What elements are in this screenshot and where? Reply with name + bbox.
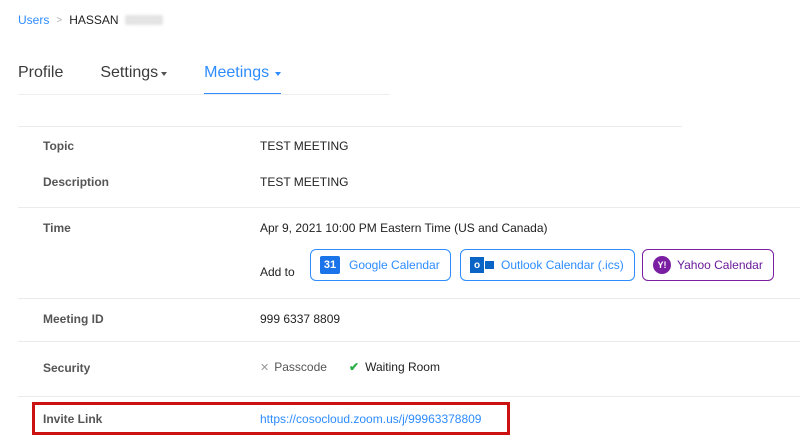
topic-value: TEST MEETING [260, 139, 349, 153]
breadcrumb: Users > HASSAN [18, 13, 163, 27]
topic-label: Topic [43, 139, 75, 153]
section-divider [18, 126, 682, 127]
description-value: TEST MEETING [260, 175, 349, 189]
time-value: Apr 9, 2021 10:00 PM Eastern Time (US an… [260, 221, 548, 235]
google-calendar-button[interactable]: 31 Google Calendar [310, 249, 451, 281]
section-divider [18, 396, 800, 397]
outlook-calendar-label: Outlook Calendar (.ics) [501, 258, 624, 272]
redacted-surname [124, 15, 163, 25]
checkmark-icon: ✔ [349, 360, 360, 374]
time-label: Time [43, 221, 71, 235]
security-waiting-room-label: Waiting Room [365, 360, 440, 374]
outlook-icon-letter: o [470, 257, 484, 273]
breadcrumb-current-user: HASSAN [69, 13, 119, 27]
tab-divider [18, 94, 390, 95]
meeting-id-label: Meeting ID [43, 312, 104, 326]
breadcrumb-separator: > [56, 14, 63, 26]
section-divider [18, 207, 800, 208]
breadcrumb-users-link[interactable]: Users [18, 13, 49, 27]
meeting-id-value: 999 6337 8809 [260, 312, 341, 326]
yahoo-calendar-button[interactable]: Y! Yahoo Calendar [642, 249, 774, 281]
caret-down-icon [275, 72, 282, 76]
tab-settings-label: Settings [100, 64, 159, 81]
invite-link-highlight-box [32, 402, 510, 435]
add-to-label: Add to [260, 265, 295, 279]
google-calendar-label: Google Calendar [349, 258, 440, 272]
caret-down-icon [161, 72, 168, 76]
security-passcode: ✕ Passcode [260, 360, 327, 374]
outlook-calendar-button[interactable]: o Outlook Calendar (.ics) [460, 249, 635, 281]
security-passcode-label: Passcode [274, 360, 327, 374]
section-divider [18, 341, 800, 342]
description-label: Description [43, 175, 110, 189]
yahoo-icon: Y! [653, 256, 671, 274]
section-divider [18, 298, 800, 299]
tab-settings[interactable]: Settings [100, 54, 168, 92]
tab-meetings-label: Meetings [204, 64, 270, 81]
google-calendar-icon: 31 [320, 256, 340, 274]
tab-bar: Profile Settings Meetings [18, 54, 318, 95]
outlook-icon: o [470, 257, 494, 273]
security-label: Security [43, 361, 91, 375]
close-icon: ✕ [260, 361, 270, 374]
envelope-icon [485, 261, 494, 269]
yahoo-calendar-label: Yahoo Calendar [677, 258, 763, 272]
tab-meetings[interactable]: Meetings [204, 54, 282, 95]
tab-profile-label: Profile [18, 64, 64, 81]
security-waiting-room: ✔ Waiting Room [349, 360, 440, 374]
tab-profile[interactable]: Profile [18, 54, 63, 92]
